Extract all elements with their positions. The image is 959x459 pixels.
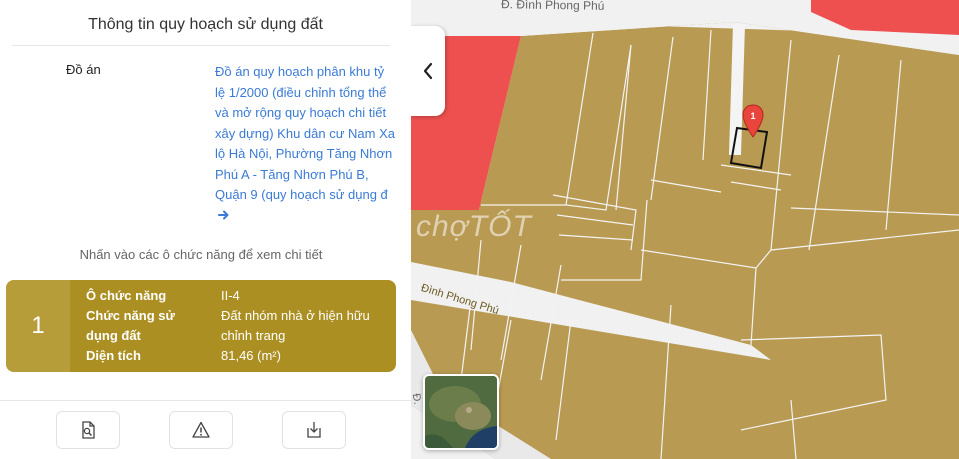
document-search-icon: [82, 421, 95, 439]
lot-key: Chức năng sử dụng đất: [86, 308, 175, 343]
lot-index: 1: [6, 280, 70, 372]
commercial-zone: [811, 0, 959, 35]
report-issue-button[interactable]: [169, 411, 233, 449]
street-label-bottom: Đ.: [411, 392, 424, 406]
street-label-top: Đ. Đình Phong Phú: [500, 0, 605, 13]
download-button[interactable]: [282, 411, 346, 449]
lot-key: Diện tích: [86, 348, 141, 363]
panel-title: Thông tin quy hoạch sử dụng đất: [88, 16, 323, 33]
view-document-button[interactable]: [56, 411, 120, 449]
title-divider: [12, 45, 390, 46]
plan-label: Đồ án: [66, 62, 101, 77]
collapse-panel-button[interactable]: [411, 26, 445, 116]
chevron-left-icon: [423, 62, 433, 80]
download-icon: [307, 422, 321, 438]
planning-map[interactable]: Đ. Đình Phong Phú Đình Phong Phú Đ. chợT…: [411, 0, 959, 459]
location-marker[interactable]: 1: [741, 104, 765, 138]
warning-icon: [192, 421, 210, 438]
plan-name-text: Đồ án quy hoạch phân khu tỷ lệ 1/2000 (đ…: [215, 64, 395, 202]
watermark: chợTỐT: [416, 210, 532, 243]
arrow-right-icon: [218, 210, 229, 219]
planning-info-panel: Thông tin quy hoạch sử dụng đất Đồ án Đồ…: [0, 0, 411, 459]
bottom-divider: [0, 400, 411, 401]
plan-name-link[interactable]: Đồ án quy hoạch phân khu tỷ lệ 1/2000 (đ…: [215, 62, 395, 226]
lot-value: II-4: [221, 288, 240, 303]
hint-text: Nhấn vào các ô chức năng để xem chi tiết: [79, 247, 323, 262]
lot-value: 81,46 (m²): [221, 348, 281, 363]
marker-label: 1: [750, 111, 756, 121]
map-pin-icon: [742, 104, 764, 138]
lot-value: Đất nhóm nhà ở hiện hữu chỉnh trang: [221, 308, 370, 343]
lot-function-card[interactable]: 1 Ô chức năng II-4 Chức năng sử dụng đất…: [6, 280, 396, 372]
lot-key: Ô chức năng: [86, 288, 167, 303]
satellite-layer-toggle[interactable]: [423, 374, 499, 450]
satellite-thumbnail-icon: [425, 376, 497, 448]
